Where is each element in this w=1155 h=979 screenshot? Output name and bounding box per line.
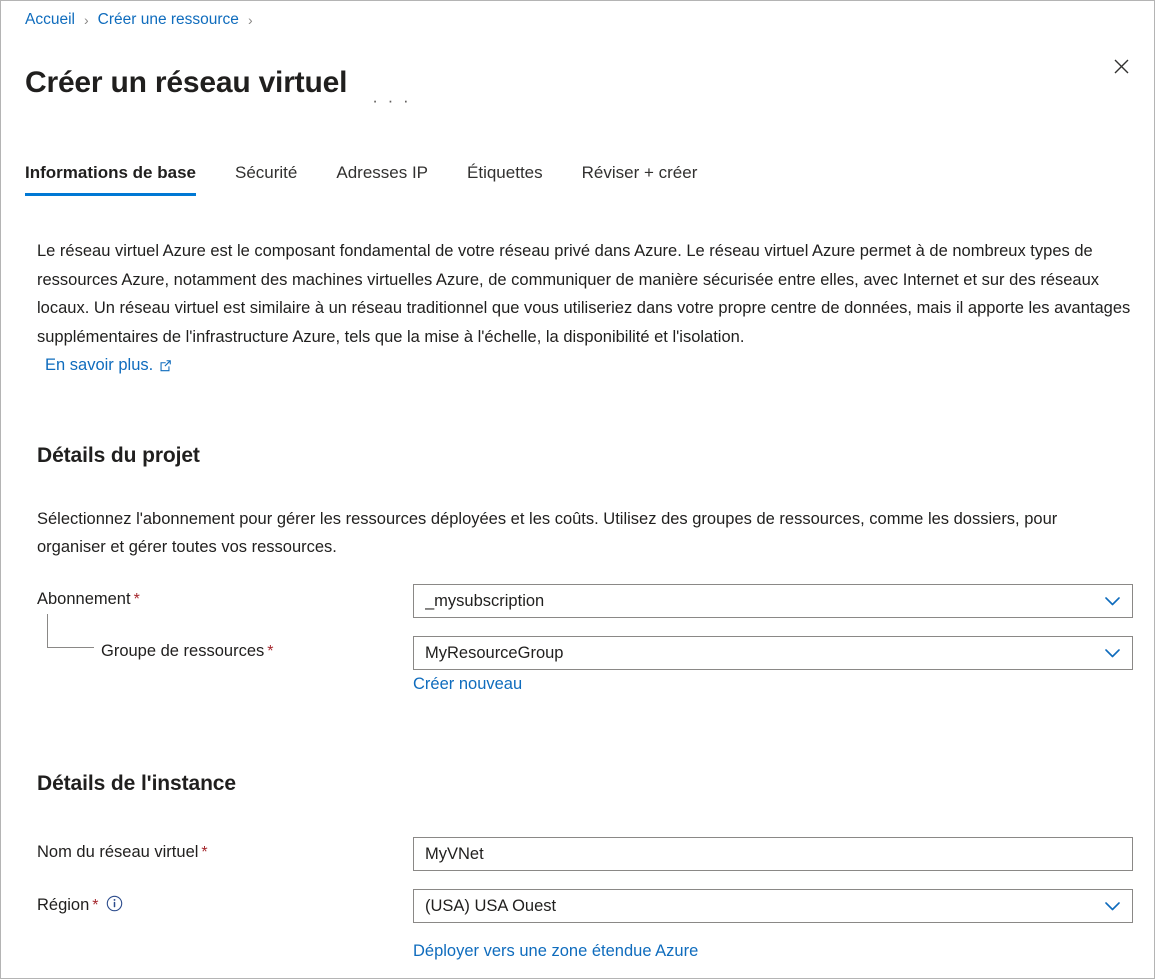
breadcrumb-item-create-resource[interactable]: Créer une ressource bbox=[98, 11, 239, 29]
subscription-dropdown[interactable]: _mysubscription bbox=[413, 584, 1133, 618]
chevron-down-icon bbox=[1105, 648, 1124, 658]
learn-more-label: En savoir plus. bbox=[45, 356, 154, 374]
create-new-resource-group-link[interactable]: Créer nouveau bbox=[413, 675, 522, 694]
tab-bar: Informations de base Sécurité Adresses I… bbox=[25, 163, 697, 196]
blade-description: Le réseau virtuel Azure est le composant… bbox=[37, 242, 1131, 346]
project-details-description: Sélectionnez l'abonnement pour gérer les… bbox=[37, 510, 1058, 556]
vnet-name-label-text: Nom du réseau virtuel bbox=[37, 843, 199, 861]
field-row-vnet-name: Nom du réseau virtuel * MyVNet bbox=[1, 837, 1154, 871]
subscription-value: _mysubscription bbox=[425, 591, 545, 610]
breadcrumb: Accueil › Créer une ressource › bbox=[25, 11, 262, 29]
create-virtual-network-blade: Accueil › Créer une ressource › Créer un… bbox=[0, 0, 1155, 979]
instance-details-section: Détails de l'instance bbox=[37, 772, 236, 796]
resource-group-label-text: Groupe de ressources bbox=[101, 642, 265, 660]
tab-informations-de-base[interactable]: Informations de base bbox=[25, 163, 196, 196]
title-row: Créer un réseau virtuel · · · bbox=[25, 45, 1134, 121]
page-title: Créer un réseau virtuel bbox=[25, 66, 348, 100]
project-details-description-wrap: Sélectionnez l'abonnement pour gérer les… bbox=[37, 505, 1132, 561]
vnet-name-input[interactable]: MyVNet bbox=[413, 837, 1133, 871]
more-options-icon[interactable]: · · · bbox=[369, 87, 414, 115]
subscription-label-text: Abonnement bbox=[37, 590, 131, 608]
chevron-down-icon bbox=[1105, 596, 1124, 606]
close-icon[interactable] bbox=[1104, 49, 1138, 83]
required-marker: * bbox=[133, 591, 140, 608]
project-details-section: Détails du projet bbox=[37, 444, 200, 468]
tab-reviser-creer[interactable]: Réviser + créer bbox=[582, 163, 698, 196]
region-label-text: Région bbox=[37, 896, 90, 914]
required-marker: * bbox=[267, 643, 274, 660]
field-row-subscription: Abonnement * _mysubscription bbox=[1, 584, 1154, 618]
vnet-name-value: MyVNet bbox=[425, 844, 484, 863]
external-link-icon bbox=[159, 359, 172, 372]
breadcrumb-item-home[interactable]: Accueil bbox=[25, 11, 75, 29]
resource-group-dropdown[interactable]: MyResourceGroup bbox=[413, 636, 1133, 670]
info-icon[interactable] bbox=[106, 895, 123, 912]
resource-group-label: Groupe de ressources * bbox=[101, 642, 274, 661]
region-value: (USA) USA Ouest bbox=[425, 896, 557, 915]
subscription-label: Abonnement * bbox=[37, 590, 140, 609]
tab-adresses-ip[interactable]: Adresses IP bbox=[336, 163, 428, 196]
required-marker: * bbox=[201, 844, 208, 861]
chevron-down-icon bbox=[1105, 901, 1124, 911]
breadcrumb-separator-icon: › bbox=[247, 12, 253, 28]
tab-etiquettes[interactable]: Étiquettes bbox=[467, 163, 543, 196]
region-label: Région * bbox=[37, 895, 123, 915]
breadcrumb-separator-icon: › bbox=[83, 12, 89, 28]
required-marker: * bbox=[92, 897, 99, 914]
project-details-title: Détails du projet bbox=[37, 444, 200, 467]
content-area: Le réseau virtuel Azure est le composant… bbox=[37, 237, 1132, 375]
vnet-name-label: Nom du réseau virtuel * bbox=[37, 843, 208, 862]
learn-more-link[interactable]: En savoir plus. bbox=[45, 356, 172, 375]
instance-details-title: Détails de l'instance bbox=[37, 772, 236, 795]
tab-securite[interactable]: Sécurité bbox=[235, 163, 297, 196]
deploy-to-azure-extended-zone-link[interactable]: Déployer vers une zone étendue Azure bbox=[413, 942, 698, 961]
region-dropdown[interactable]: (USA) USA Ouest bbox=[413, 889, 1133, 923]
field-row-region: Région * (USA) USA Ouest bbox=[1, 889, 1154, 923]
field-row-resource-group: Groupe de ressources * MyResourceGroup bbox=[1, 636, 1154, 670]
resource-group-value: MyResourceGroup bbox=[425, 643, 564, 662]
